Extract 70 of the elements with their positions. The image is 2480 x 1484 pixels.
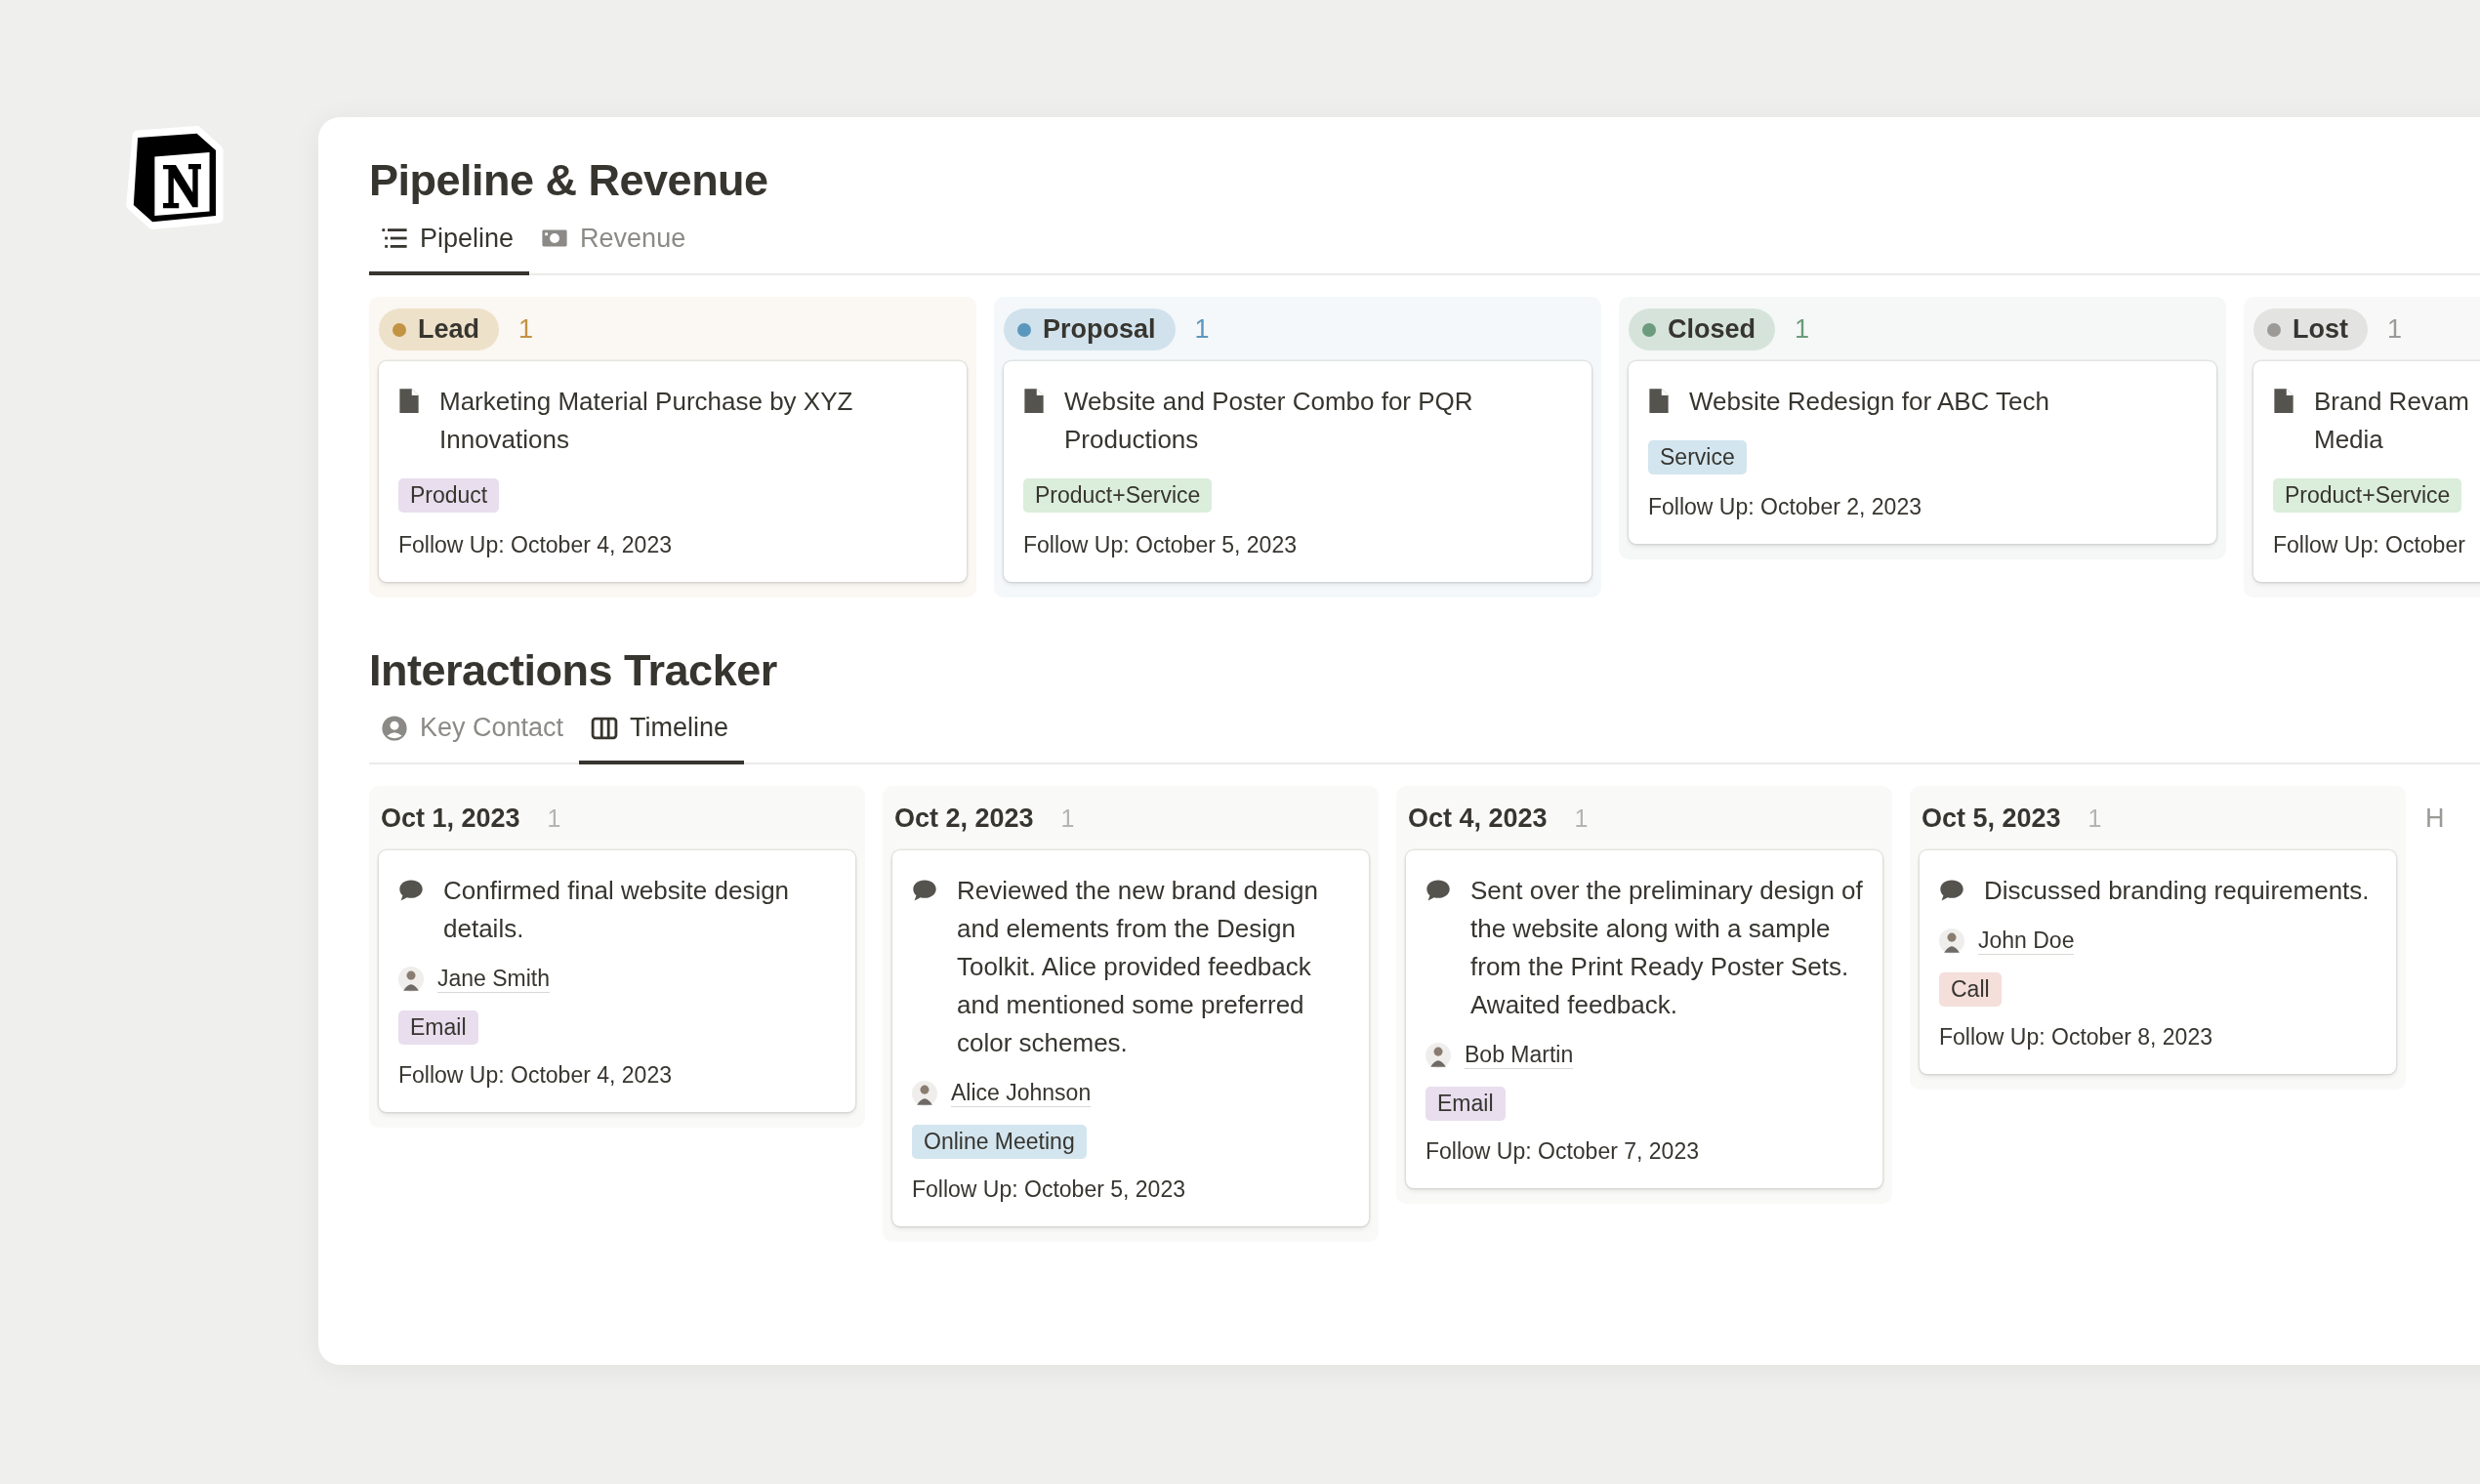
- interaction-note: Sent over the preliminary design of the website along with a sample from the Print Ready Poster Sets. Awaited feedback.: [1470, 875, 1863, 1021]
- follow-up-date: Follow Up: October 4, 2023: [398, 531, 672, 558]
- interaction-card[interactable]: Confirmed final website design details. Jane Smith Email Follow Up: October 4, 2023: [379, 850, 855, 1112]
- avatar-icon: [1426, 1043, 1451, 1068]
- document-icon: [1648, 388, 1670, 413]
- column-date: H: [2425, 803, 2445, 834]
- speech-bubble-icon: [1426, 878, 1451, 903]
- status-label: Proposal: [1043, 314, 1156, 345]
- follow-up-date: Follow Up: October 5, 2023: [912, 1176, 1185, 1203]
- deal-card[interactable]: Website and Poster Combo for PQR Productions Product+Service Follow Up: October 5, 2023: [1004, 360, 1591, 582]
- contact-link[interactable]: Alice Johnson: [951, 1080, 1092, 1107]
- type-tag: Service: [1648, 439, 1747, 474]
- channel-tag: Online Meeting: [912, 1125, 1087, 1159]
- follow-up-date: Follow Up: October 8, 2023: [1939, 1024, 2212, 1051]
- person-icon: [381, 714, 408, 742]
- column-count: 1: [518, 314, 534, 345]
- document-icon: [1023, 388, 1045, 413]
- deal-title: Marketing Material Purchase by XYZ Innovations: [439, 385, 854, 456]
- contact-link[interactable]: Bob Martin: [1465, 1042, 1574, 1069]
- contact-link[interactable]: John Doe: [1978, 928, 2075, 955]
- channel-tag: Email: [398, 1010, 478, 1045]
- follow-up-date: Follow Up: October 7, 2023: [1426, 1138, 1699, 1165]
- follow-up-date: Follow Up: October 5, 2023: [1023, 531, 1297, 558]
- follow-up-date: Follow Up: October 4, 2023: [398, 1062, 672, 1089]
- deal-title: Website and Poster Combo for PQR Productions: [1064, 385, 1474, 456]
- column-date: Oct 1, 2023: [381, 803, 520, 834]
- speech-bubble-icon: [912, 878, 937, 903]
- follow-up-date: Follow Up: October 2, 2023: [1648, 493, 1922, 520]
- column-count: 1: [1574, 804, 1589, 833]
- status-label: Lead: [418, 314, 480, 345]
- speech-bubble-icon: [1939, 878, 1964, 903]
- channel-tag: Call: [1939, 972, 2002, 1007]
- interaction-note: Discussed branding requirements.: [1984, 875, 2370, 907]
- contact-link[interactable]: Jane Smith: [437, 966, 551, 993]
- deal-card[interactable]: Marketing Material Purchase by XYZ Innovations Product Follow Up: October 4, 2023: [379, 360, 967, 582]
- status-label: Lost: [2293, 314, 2348, 345]
- interaction-card[interactable]: Discussed branding requirements. John Doe Call Follow Up: October 8, 2023: [1920, 850, 2396, 1074]
- deal-card[interactable]: Brand Revam Media Product+Service Follow Up: October: [2253, 360, 2480, 582]
- type-tag: Product+Service: [1023, 477, 1213, 513]
- column-date: Oct 4, 2023: [1408, 803, 1548, 834]
- interaction-card[interactable]: Sent over the preliminary design of the website along with a sample from the Print Ready Poster Sets. Awaited feedback. Bob Martin Email Follow Up: October 7, 2023: [1406, 850, 1882, 1188]
- document-icon: [398, 388, 420, 413]
- column-count: 1: [2387, 314, 2403, 345]
- column-date: Oct 5, 2023: [1922, 803, 2061, 834]
- channel-tag: Email: [1426, 1087, 1506, 1121]
- deal-title: Website Redesign for ABC Tech: [1689, 385, 2049, 418]
- view-tab[interactable]: Timeline: [579, 713, 745, 764]
- column-count: 1: [1060, 804, 1075, 833]
- type-tag: Product: [398, 477, 500, 513]
- column-count: 1: [1795, 314, 1810, 345]
- avatar-icon: [912, 1081, 937, 1106]
- deal-title: Brand Revam Media: [2314, 385, 2469, 456]
- interaction-note: Confirmed final website design details.: [443, 875, 791, 945]
- type-tag: Product+Service: [2273, 477, 2462, 513]
- section-title: Interactions Tracker: [369, 643, 778, 697]
- deal-card[interactable]: Website Redesign for ABC Tech Service Follow Up: October 2, 2023: [1629, 360, 2216, 544]
- column-date: Oct 2, 2023: [894, 803, 1034, 834]
- view-tab[interactable]: Pipeline: [369, 223, 530, 275]
- interaction-card[interactable]: Reviewed the new brand design and elements from the Design Toolkit. Alice provided feedback and mentioned some preferred color schemes. Alice Johnson Online Meeting Follow Up: October 5, 2023: [892, 850, 1369, 1226]
- document-icon: [2273, 388, 2294, 413]
- speech-bubble-icon: [398, 878, 424, 903]
- interaction-note: Reviewed the new brand design and elements from the Design Toolkit. Alice provided feedback and mentioned some preferred color schemes.: [957, 875, 1320, 1059]
- column-count: 1: [1194, 314, 1210, 345]
- follow-up-date: Follow Up: October: [2273, 531, 2465, 558]
- avatar-icon: [1939, 928, 1964, 954]
- status-label: Closed: [1668, 314, 1757, 345]
- column-count: 1: [2087, 804, 2102, 833]
- avatar-icon: [398, 967, 424, 992]
- page-title: Pipeline & Revenue: [369, 154, 769, 207]
- column-count: 1: [547, 804, 561, 833]
